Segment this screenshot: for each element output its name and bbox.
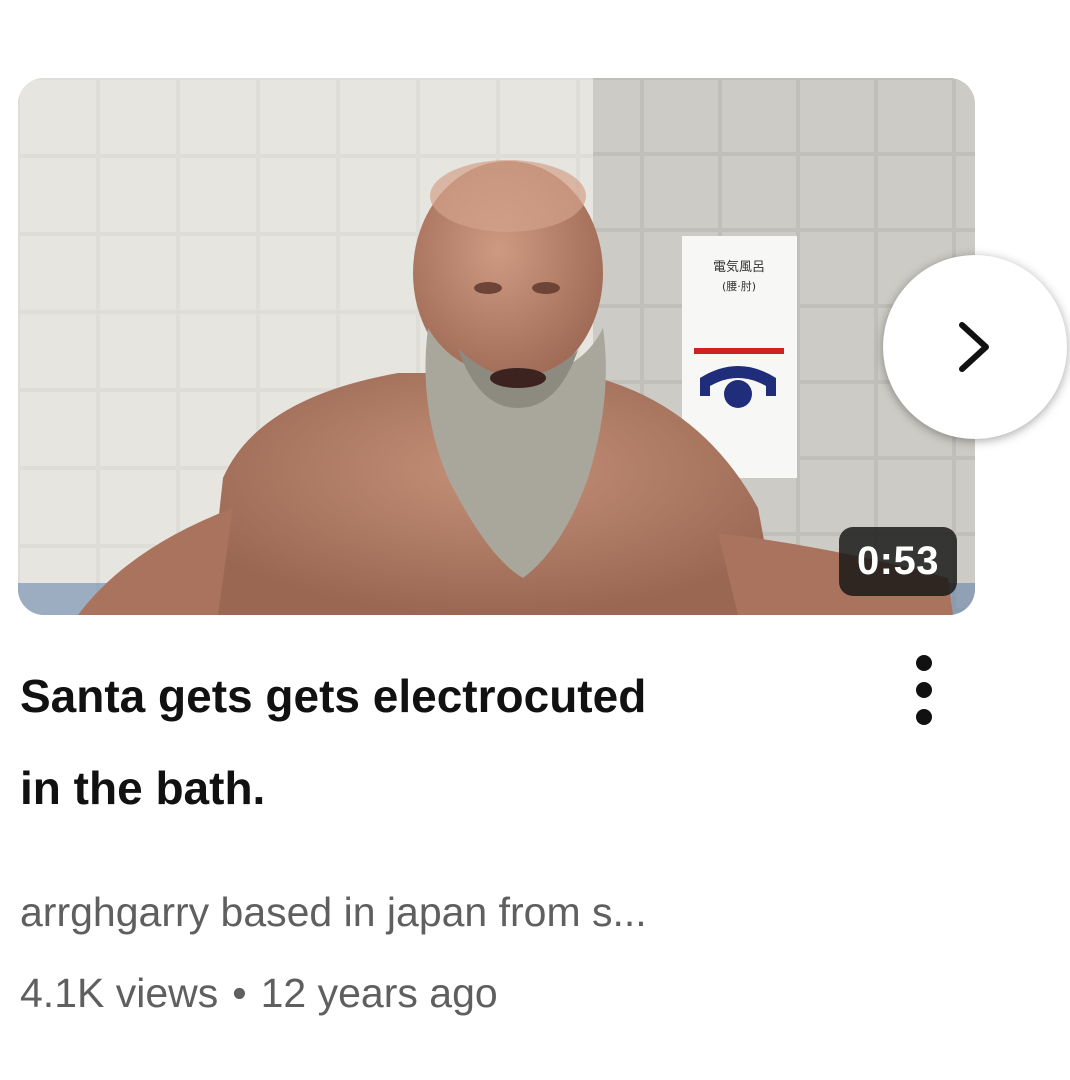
video-metadata: 4.1K views • 12 years ago: [20, 963, 498, 1023]
chevron-right-icon: [959, 322, 989, 372]
channel-name[interactable]: arrghgarry based in japan from s...: [20, 882, 647, 942]
svg-text:(腰·肘): (腰·肘): [722, 279, 756, 293]
view-count: 4.1K views: [20, 970, 219, 1016]
video-thumbnail[interactable]: 電気風呂 (腰·肘) 0:53: [18, 78, 975, 615]
duration-badge: 0:53: [838, 527, 957, 596]
video-title-line: in the bath.: [20, 762, 266, 814]
video-title-line: Santa gets gets electrocuted: [20, 670, 647, 722]
meta-separator: •: [232, 970, 247, 1016]
svg-text:電気風呂: 電気風呂: [713, 259, 765, 275]
more-options-button[interactable]: [896, 650, 952, 730]
more-vert-icon: [916, 655, 932, 725]
video-title[interactable]: Santa gets gets electrocuted in the bath…: [20, 650, 860, 834]
thumbnail-image: 電気風呂 (腰·肘): [18, 78, 975, 615]
next-button[interactable]: [883, 255, 1067, 439]
upload-age: 12 years ago: [260, 970, 498, 1016]
